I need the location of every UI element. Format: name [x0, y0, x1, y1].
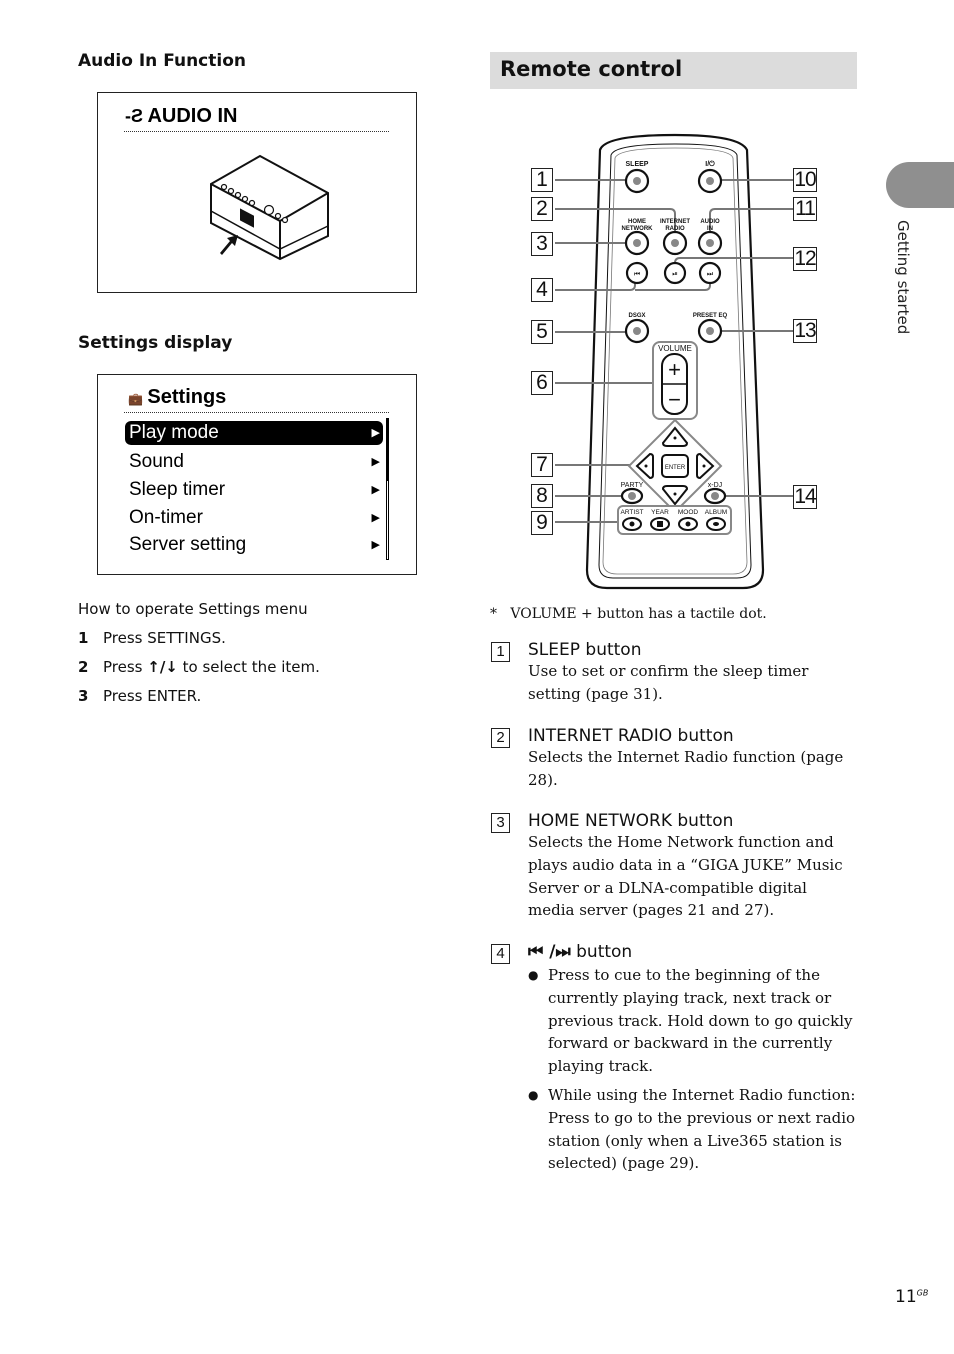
chevron-right-icon: ▶: [371, 539, 380, 551]
settings-title: Settings: [147, 386, 227, 408]
callout-8: 8: [531, 484, 553, 508]
callout-11: 11: [793, 197, 817, 221]
item-title: ⏮ /⏭ button: [528, 942, 633, 962]
item-4: 4 ⏮ /⏭ button ● Press to cue to the begi…: [491, 942, 857, 1175]
item-number: 3: [491, 813, 510, 833]
chevron-right-icon: ▶: [371, 512, 380, 524]
dotted-divider: [124, 131, 389, 132]
label-mood: MOOD: [678, 509, 699, 516]
section-banner: Remote control: [490, 52, 857, 89]
label-xdj: x-DJ: [708, 482, 722, 489]
device-illustration: [210, 154, 329, 261]
label-volume: VOLUME: [658, 344, 692, 353]
volume-minus-icon: −: [668, 387, 681, 412]
step-1: 1 Press SETTINGS.: [78, 629, 226, 647]
menu-item-sound[interactable]: Sound ▶: [125, 450, 383, 474]
item-title: SLEEP button: [528, 640, 642, 660]
settings-display: 💼 Settings Play mode ▶ Sound ▶ Sleep timer…: [97, 374, 417, 575]
item-3: 3 HOME NETWORK button Selects the Home N…: [491, 811, 857, 922]
label-preset-eq: PRESET EQ: [693, 313, 728, 319]
scrollbar-thumb[interactable]: [387, 419, 388, 481]
audio-in-title: AUDIO IN: [147, 105, 238, 127]
label-enter: ENTER: [665, 465, 686, 471]
callout-5: 5: [531, 320, 553, 344]
step-3: 3 Press ENTER.: [78, 687, 202, 705]
settings-toolbox-icon: 💼: [128, 392, 143, 406]
page-number: 11GB: [895, 1287, 929, 1307]
label-artist: ARTIST: [621, 509, 644, 516]
callout-9: 9: [531, 511, 553, 535]
item-number: 4: [491, 944, 510, 964]
callout-13: 13: [793, 319, 817, 343]
step-2: 2 Press ↑/↓ to select the item.: [78, 658, 320, 676]
item-title: INTERNET RADIO button: [528, 726, 734, 746]
label-radio: RADIO: [665, 226, 685, 232]
menu-item-server-setting[interactable]: Server setting ▶: [125, 533, 383, 557]
label-album: ALBUM: [705, 509, 727, 516]
audio-in-display: ‐Ƨ AUDIO IN: [97, 92, 417, 293]
audio-in-plug-icon: ‐Ƨ: [125, 106, 143, 126]
play-pause-icon: ⏯: [672, 271, 678, 278]
callout-4: 4: [531, 278, 553, 302]
callout-10: 10: [793, 168, 817, 192]
arrow-icon: [220, 235, 238, 255]
item-body: Use to set or confirm the sleep timer se…: [528, 662, 809, 703]
prev-icon: ⏮: [634, 271, 640, 278]
menu-item-play-mode[interactable]: Play mode ▶: [125, 421, 383, 445]
callout-12: 12: [793, 247, 817, 271]
bullet-icon: ●: [528, 968, 539, 982]
label-dsgx: DSGX: [628, 313, 645, 319]
callout-6: 6: [531, 371, 553, 395]
bullet-item: ● While using the Internet Radio functio…: [528, 1085, 856, 1173]
callout-14: 14: [793, 485, 817, 509]
item-number: 2: [491, 728, 510, 748]
settings-heading: Settings display: [78, 333, 233, 353]
chevron-right-icon: ▶: [371, 427, 380, 439]
item-body: Selects the Internet Radio function (pag…: [528, 748, 844, 789]
callout-7: 7: [531, 453, 553, 477]
audio-in-heading: Audio In Function: [78, 51, 246, 71]
up-down-arrow-icon: ↑/↓: [147, 658, 178, 676]
dotted-divider: [124, 412, 389, 413]
menu-item-on-timer[interactable]: On-timer ▶: [125, 506, 383, 530]
volume-plus-icon: +: [668, 357, 681, 382]
label-year: YEAR: [651, 509, 669, 516]
howto-title: How to operate Settings menu: [78, 600, 308, 618]
callout-3: 3: [531, 232, 553, 256]
remote-control-illustration: SLEEP I/⏻ HOME NETWORK INTERNET RADIO AU…: [555, 133, 793, 590]
bullet-icon: ●: [528, 1087, 539, 1102]
label-home: HOME: [628, 219, 646, 225]
side-section-label: Getting started: [894, 220, 912, 335]
prev-next-icon: ⏮ /⏭: [528, 942, 571, 962]
scrollbar[interactable]: [386, 418, 389, 560]
label-sleep: SLEEP: [626, 161, 649, 168]
menu-item-sleep-timer[interactable]: Sleep timer ▶: [125, 478, 383, 502]
callout-2: 2: [531, 197, 553, 221]
label-audio: AUDIO: [700, 219, 720, 225]
item-body: Selects the Home Network function and pl…: [528, 833, 843, 920]
item-number: 1: [491, 642, 510, 662]
section-tab: [886, 162, 954, 208]
bullet-item: ● Press to cue to the beginning of the c…: [528, 966, 853, 1076]
item-1: 1 SLEEP button Use to set or confirm the…: [491, 640, 857, 706]
label-party: PARTY: [621, 482, 644, 489]
callout-1: 1: [531, 168, 553, 192]
label-internet: INTERNET: [660, 219, 690, 225]
next-icon: ⏭: [707, 271, 714, 278]
footnote: * VOLUME + button has a tactile dot.: [490, 606, 767, 622]
section-title: Remote control: [500, 57, 683, 81]
label-power: I/⏻: [705, 160, 715, 168]
chevron-right-icon: ▶: [371, 456, 380, 468]
settings-menu: Play mode ▶ Sound ▶ Sleep timer ▶ On-timer ▶…: [125, 418, 389, 561]
item-title: HOME NETWORK button: [528, 811, 734, 831]
item-2: 2 INTERNET RADIO button Selects the Inte…: [491, 726, 857, 792]
label-in: IN: [707, 226, 713, 232]
label-network: NETWORK: [622, 226, 654, 232]
chevron-right-icon: ▶: [371, 484, 380, 496]
